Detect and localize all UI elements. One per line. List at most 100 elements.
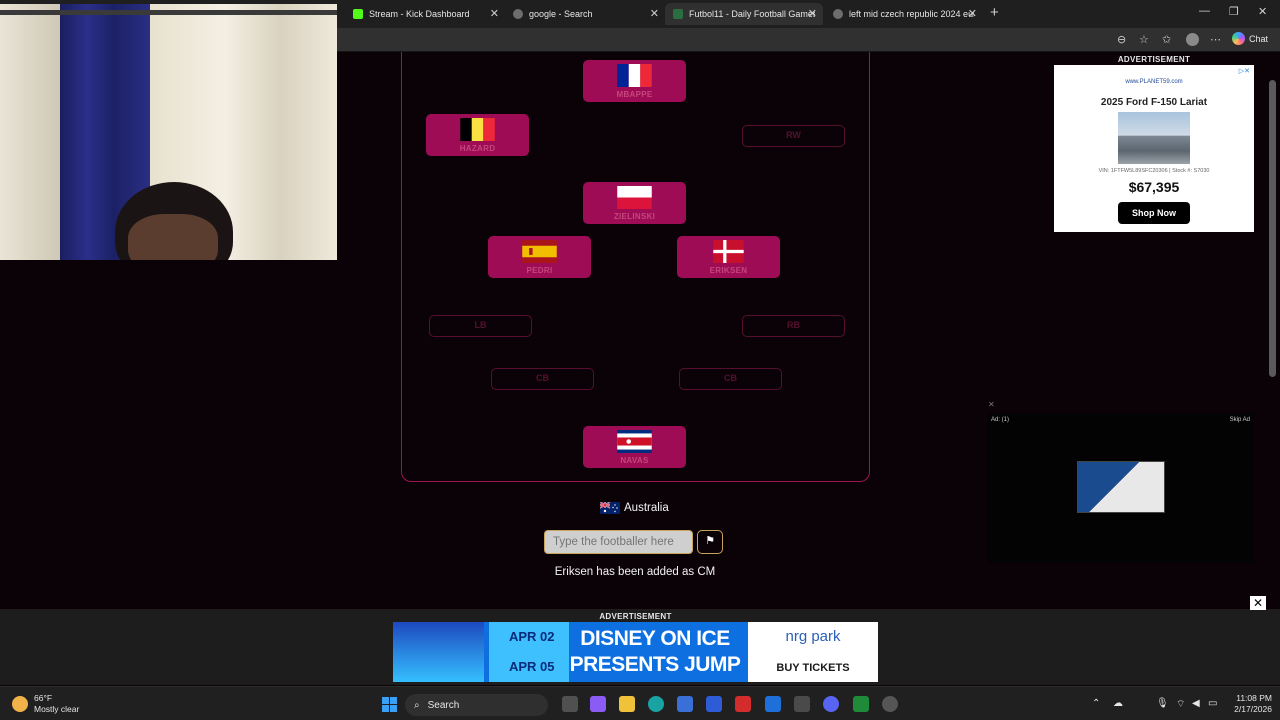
webcam-overlay [0, 4, 337, 260]
clock-date: 2/17/2026 [1234, 704, 1272, 714]
battery-icon[interactable]: ▭ [1208, 698, 1217, 709]
settings-gear-icon[interactable] [882, 696, 898, 712]
close-tab-icon[interactable]: ✕ [650, 7, 659, 20]
weather-moon-icon [12, 696, 28, 712]
footballer-search-input[interactable] [544, 530, 693, 554]
poland-flag-icon [617, 186, 652, 209]
empty-slot-rb[interactable]: RB [742, 315, 845, 337]
microphone-icon[interactable]: 🎙 [1156, 698, 1169, 709]
ad-label: ADVERTISEMENT [1117, 55, 1191, 64]
player-name: ZIELINSKI [613, 212, 656, 221]
player-name: NAVAS [620, 456, 649, 465]
empty-slot-cb-left[interactable]: CB [491, 368, 594, 390]
volume-icon[interactable]: ◀ [1192, 698, 1200, 709]
player-name: ERIKSEN [709, 266, 748, 275]
ad-counter: Ad: (1) [991, 417, 1010, 423]
more-options-icon[interactable]: ⋯ [1210, 33, 1221, 46]
temperature: 66°F [34, 693, 53, 703]
empty-slot-rw[interactable]: RW [742, 125, 845, 147]
kick-favicon-icon [353, 9, 363, 19]
mcafee-icon[interactable] [735, 696, 751, 712]
system-clock[interactable]: 11:08 PM 2/17/2026 [1222, 693, 1272, 715]
close-ad-button[interactable]: ✕ [1250, 596, 1266, 610]
country-clue: Australia [600, 500, 669, 516]
buy-tickets-button[interactable]: BUY TICKETS [748, 662, 878, 674]
disney-characters-image [393, 622, 484, 682]
close-window-button[interactable]: ✕ [1258, 5, 1267, 18]
file-explorer-icon[interactable] [619, 696, 635, 712]
app-icon[interactable] [706, 696, 722, 712]
video-ad-player[interactable]: Ad: (1) Skip Ad [987, 413, 1254, 563]
favorites-icon[interactable]: ✩ [1162, 33, 1171, 46]
player-card-lw[interactable]: HAZARD [426, 114, 529, 156]
close-tab-icon[interactable]: ✕ [968, 7, 977, 20]
flag-icon: ⚑ [705, 535, 715, 547]
search-icon: ⌕ [414, 699, 420, 711]
country-name: Australia [624, 502, 669, 514]
ad-headline: DISNEY ON ICE PRESENTS JUMP IN [569, 627, 741, 682]
windows-start-icon[interactable] [382, 697, 397, 712]
player-card-cm-left[interactable]: PEDRI [488, 236, 591, 278]
globe-favicon-icon [833, 9, 843, 19]
windows-taskbar: 66°F Mostly clear ⌕ Search ⌃ ☁ 🎙 ⌔ ◀ ▭ 1… [0, 686, 1280, 720]
spain-flag-icon [522, 240, 557, 263]
copilot-icon [1232, 32, 1245, 45]
reader-mode-icon[interactable]: ⊖ [1117, 33, 1126, 46]
adchoices-icon[interactable]: ▷✕ [1239, 67, 1250, 75]
bottom-ad-label: ADVERTISEMENT [599, 612, 672, 621]
microsoft-store-icon[interactable] [677, 696, 693, 712]
wifi-icon[interactable]: ⌔ [1176, 698, 1185, 711]
disney-on-ice-ad[interactable]: APR 02 APR 05 DISNEY ON ICE PRESENTS JUM… [393, 622, 878, 682]
ad-venue-panel: nrg park BUY TICKETS [748, 622, 878, 682]
new-tab-button[interactable]: + [990, 4, 999, 21]
costa-rica-flag-icon [617, 430, 652, 453]
truck-image [1118, 112, 1190, 164]
discord-icon[interactable] [823, 696, 839, 712]
ford-ad-banner[interactable]: ▷✕ www.PLANET59.com 2025 Ford F-150 Lari… [1054, 65, 1254, 232]
favorite-star-icon[interactable]: ☆ [1139, 33, 1149, 46]
close-tab-icon[interactable]: ✕ [808, 7, 817, 20]
search-label: Search [427, 699, 460, 711]
copilot-chat-button[interactable]: Chat [1232, 32, 1268, 45]
weather-condition: Mostly clear [34, 704, 80, 714]
task-view-icon[interactable] [562, 696, 578, 712]
edge-browser-icon[interactable] [648, 696, 664, 712]
weather-widget[interactable]: 66°F Mostly clear [12, 693, 79, 715]
tab-left-mid-search[interactable]: left mid czech republic 2024 euro ✕ [825, 3, 983, 25]
player-card-cm-right[interactable]: ERIKSEN [677, 236, 780, 278]
minimize-button[interactable]: — [1199, 5, 1210, 17]
status-message: Eriksen has been added as CM [554, 566, 716, 578]
tab-kick-dashboard[interactable]: Stream - Kick Dashboard ✕ [345, 3, 505, 25]
dealer-logo: www.PLANET59.com [1125, 79, 1183, 85]
belgium-flag-icon [460, 118, 495, 141]
profile-avatar[interactable] [1186, 33, 1199, 46]
taskbar-search[interactable]: ⌕ Search [405, 694, 548, 716]
player-name: MBAPPE [616, 90, 653, 99]
tab-label: google - Search [529, 9, 593, 19]
app-icon-2[interactable] [794, 696, 810, 712]
player-card-gk[interactable]: NAVAS [583, 426, 686, 468]
player-card-cam[interactable]: ZIELINSKI [583, 182, 686, 224]
tray-chevron-icon[interactable]: ⌃ [1092, 698, 1100, 709]
video-ad-close-icon[interactable]: ✕ [988, 400, 995, 409]
xbox-icon[interactable] [853, 696, 869, 712]
shop-now-button[interactable]: Shop Now [1118, 202, 1190, 224]
empty-slot-cb-right[interactable]: CB [679, 368, 782, 390]
page-scrollbar[interactable] [1269, 80, 1276, 377]
player-name: HAZARD [459, 144, 496, 153]
tab-label: Stream - Kick Dashboard [369, 9, 470, 19]
maximize-button[interactable]: ❐ [1229, 5, 1239, 18]
onedrive-icon[interactable]: ☁ [1113, 698, 1123, 709]
tab-futbol11[interactable]: Futbol11 - Daily Football Games ✕ [665, 3, 823, 25]
denmark-flag-icon [713, 240, 744, 263]
give-up-flag-button[interactable]: ⚑ [697, 530, 723, 554]
tab-google-search[interactable]: google - Search ✕ [505, 3, 665, 25]
copilot-app-icon[interactable] [590, 696, 606, 712]
mail-icon[interactable] [765, 696, 781, 712]
player-card-st[interactable]: MBAPPE [583, 60, 686, 102]
video-thumbnail [1077, 461, 1165, 513]
skip-ad-button[interactable]: Skip Ad [1230, 417, 1250, 423]
close-tab-icon[interactable]: ✕ [490, 7, 499, 20]
empty-slot-lb[interactable]: LB [429, 315, 532, 337]
tab-label: Futbol11 - Daily Football Games [689, 9, 815, 19]
